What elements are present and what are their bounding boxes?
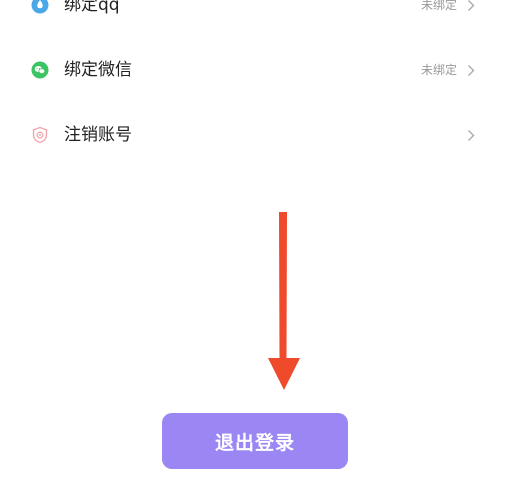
arrow-down-icon [268, 212, 300, 390]
chevron-right-icon [465, 63, 477, 77]
cancel-account-label: 注销账号 [64, 125, 132, 145]
cancel-account-icon [30, 125, 50, 145]
bind-qq-label: 绑定qq [64, 0, 120, 15]
cancel-account-row[interactable]: 注销账号 [0, 113, 507, 157]
wechat-icon [30, 60, 50, 80]
chevron-right-icon [465, 0, 477, 12]
qq-icon [30, 0, 50, 15]
logout-button[interactable]: 退出登录 [162, 413, 348, 469]
bind-wechat-row[interactable]: 绑定微信 未绑定 [0, 48, 507, 92]
account-settings-page: 绑定qq 未绑定 绑定微信 未绑定 注销账号 退出登录 [0, 0, 507, 491]
chevron-right-icon [465, 128, 477, 142]
bind-qq-status: 未绑定 [420, 0, 457, 12]
bind-qq-row[interactable]: 绑定qq 未绑定 [0, 0, 507, 27]
bind-wechat-label: 绑定微信 [64, 60, 132, 80]
bind-wechat-status: 未绑定 [420, 63, 457, 77]
